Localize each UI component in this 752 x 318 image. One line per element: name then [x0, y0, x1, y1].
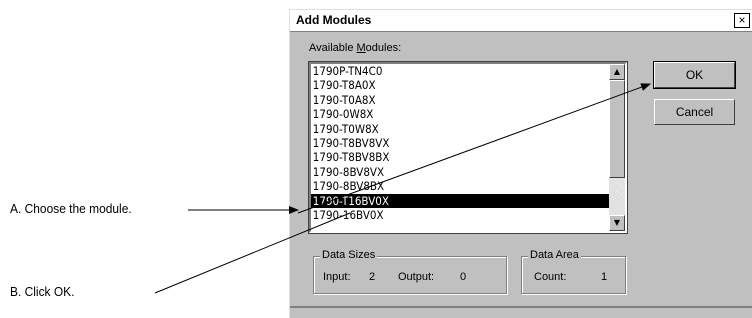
arrow-from-click-ok — [154, 212, 351, 294]
callout-arrows — [154, 83, 651, 294]
arrow-to-module-2 — [297, 83, 651, 214]
